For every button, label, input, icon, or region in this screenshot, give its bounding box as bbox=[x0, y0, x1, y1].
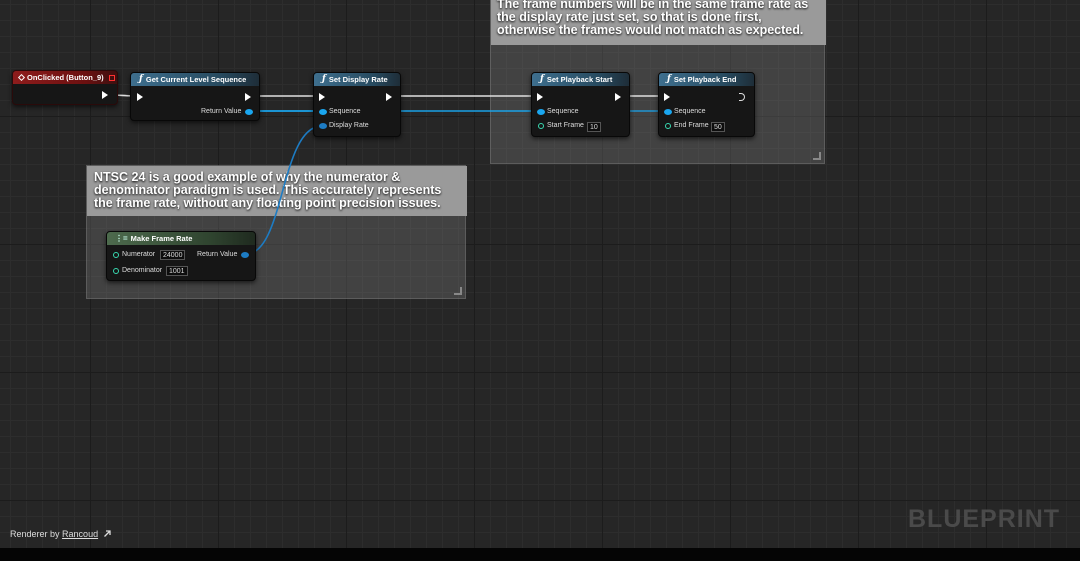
make-node-frame-rate[interactable]: ⋮= Make Frame Rate Numerator 24000 Retur… bbox=[106, 231, 256, 281]
exec-out-pin[interactable] bbox=[615, 93, 621, 101]
numerator-label: Numerator bbox=[122, 251, 156, 258]
sequence-pin[interactable] bbox=[537, 109, 545, 115]
renderer-link[interactable]: Rancoud bbox=[62, 529, 98, 539]
sequence-pin[interactable] bbox=[664, 109, 672, 115]
start-frame-label: Start Frame bbox=[547, 122, 584, 129]
event-node-onclicked[interactable]: OnClicked (Button_9) bbox=[12, 70, 118, 105]
node-title: Set Playback End bbox=[673, 75, 737, 84]
sequence-label: Sequence bbox=[674, 108, 706, 115]
end-frame-input[interactable]: 50 bbox=[711, 122, 725, 132]
function-icon: ƒ bbox=[667, 74, 671, 84]
node-header: ƒ Get Current Level Sequence bbox=[131, 73, 259, 86]
denominator-label: Denominator bbox=[122, 267, 163, 274]
exec-out-pin[interactable] bbox=[102, 91, 108, 99]
node-title: Set Display Rate bbox=[328, 75, 388, 84]
start-frame-input[interactable]: 10 bbox=[587, 122, 601, 132]
exec-in-pin[interactable] bbox=[664, 93, 670, 101]
exec-out-pin-unconnected[interactable] bbox=[739, 93, 745, 101]
start-frame-pin[interactable] bbox=[538, 123, 544, 129]
end-frame-label: End Frame bbox=[674, 122, 709, 129]
delegate-pin-icon[interactable] bbox=[109, 75, 115, 81]
denominator-pin[interactable] bbox=[113, 268, 119, 274]
node-header: ƒ Set Playback Start bbox=[532, 73, 629, 86]
display-rate-pin[interactable] bbox=[319, 123, 327, 129]
return-value-label: Return Value bbox=[197, 251, 238, 258]
return-value-pin[interactable] bbox=[241, 252, 249, 258]
return-value-pin[interactable] bbox=[245, 109, 253, 115]
denominator-input[interactable]: 1001 bbox=[166, 266, 188, 276]
function-node-set-playback-end[interactable]: ƒ Set Playback End Sequence End Frame 50 bbox=[658, 72, 755, 137]
function-icon: ƒ bbox=[322, 74, 326, 84]
event-icon bbox=[17, 73, 26, 82]
exec-out-pin[interactable] bbox=[245, 93, 251, 101]
bottom-bar bbox=[0, 548, 1080, 561]
return-value-label: Return Value bbox=[201, 108, 242, 115]
function-node-get-current-level-sequence[interactable]: ƒ Get Current Level Sequence Return Valu… bbox=[130, 72, 260, 121]
node-header: ƒ Set Playback End bbox=[659, 73, 754, 86]
function-icon: ƒ bbox=[540, 74, 544, 84]
make-struct-icon: ⋮= bbox=[115, 234, 128, 243]
node-header: OnClicked (Button_9) bbox=[13, 71, 117, 84]
exec-out-pin[interactable] bbox=[386, 93, 392, 101]
renderer-prefix: Renderer by bbox=[10, 529, 60, 539]
node-title: OnClicked (Button_9) bbox=[27, 73, 104, 82]
function-node-set-playback-start[interactable]: ƒ Set Playback Start Sequence Start Fram… bbox=[531, 72, 630, 137]
exec-in-pin[interactable] bbox=[319, 93, 325, 101]
function-icon: ƒ bbox=[139, 74, 143, 84]
numerator-pin[interactable] bbox=[113, 252, 119, 258]
end-frame-pin[interactable] bbox=[665, 123, 671, 129]
node-title: Set Playback Start bbox=[546, 75, 613, 84]
sequence-pin[interactable] bbox=[319, 109, 327, 115]
renderer-credit: Renderer by Rancoud bbox=[10, 529, 112, 539]
display-rate-label: Display Rate bbox=[329, 122, 369, 129]
blueprint-watermark: BLUEPRINT bbox=[908, 505, 1061, 533]
sequence-label: Sequence bbox=[547, 108, 579, 115]
exec-in-pin[interactable] bbox=[137, 93, 143, 101]
node-header: ƒ Set Display Rate bbox=[314, 73, 400, 86]
node-header: ⋮= Make Frame Rate bbox=[107, 232, 255, 245]
numerator-input[interactable]: 24000 bbox=[160, 250, 186, 260]
exec-in-pin[interactable] bbox=[537, 93, 543, 101]
arrow-up-right-icon bbox=[103, 530, 111, 537]
node-title: Get Current Level Sequence bbox=[145, 75, 247, 84]
sequence-label: Sequence bbox=[329, 108, 361, 115]
struct-wire bbox=[245, 125, 323, 255]
node-title: Make Frame Rate bbox=[130, 234, 193, 243]
function-node-set-display-rate[interactable]: ƒ Set Display Rate Sequence Display Rate bbox=[313, 72, 401, 137]
